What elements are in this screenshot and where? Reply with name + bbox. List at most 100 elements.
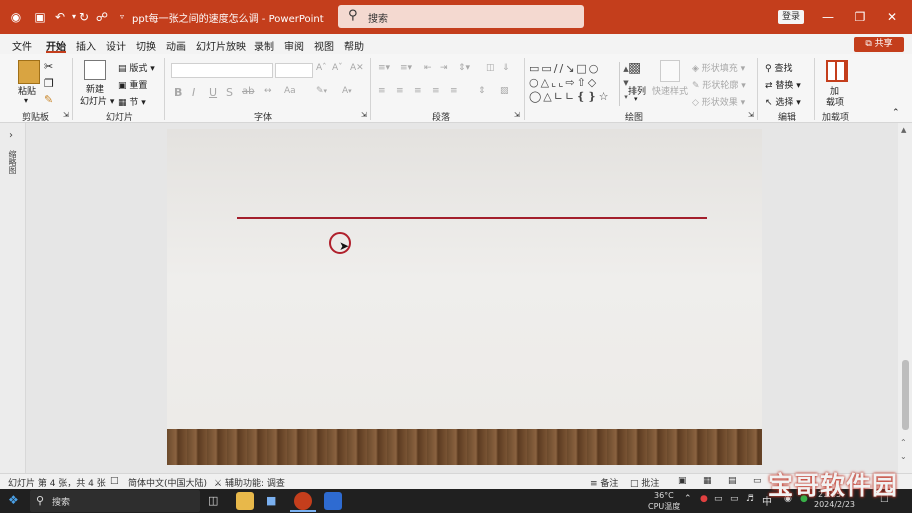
- clipboard-launcher-icon[interactable]: ⇲: [63, 111, 69, 119]
- paste-dropdown-icon[interactable]: ▾: [24, 96, 28, 105]
- paste-icon[interactable]: [18, 60, 40, 84]
- font-size-combo[interactable]: [275, 63, 313, 78]
- notes-button[interactable]: ≡ 备注: [590, 476, 618, 489]
- replace-button[interactable]: ⇄ 替换 ▾: [765, 78, 801, 91]
- normal-view-icon[interactable]: ▣: [678, 476, 687, 486]
- smartart-icon[interactable]: ▨: [500, 86, 509, 96]
- align-center-icon[interactable]: ≡: [396, 86, 404, 96]
- bold-button[interactable]: B: [174, 86, 182, 99]
- restore-icon[interactable]: ❐: [850, 8, 870, 26]
- tray-display-icon[interactable]: ▭: [730, 494, 739, 504]
- language-status[interactable]: 简体中文(中国大陆): [128, 476, 207, 489]
- camera-app-icon[interactable]: ■: [266, 494, 276, 507]
- tab-animations[interactable]: 动画: [166, 38, 186, 53]
- next-slide-icon[interactable]: ⌄: [900, 452, 907, 461]
- close-icon[interactable]: ✕: [882, 8, 902, 26]
- tab-help[interactable]: 帮助: [344, 38, 364, 53]
- layout-button[interactable]: ▤ 版式 ▾: [118, 61, 155, 74]
- distributed-icon[interactable]: ≡: [450, 86, 458, 96]
- slide-line-shape[interactable]: [237, 217, 707, 219]
- decrease-indent-icon[interactable]: ⇤: [424, 63, 432, 73]
- underline-button[interactable]: U: [209, 86, 217, 99]
- tray-chevron-icon[interactable]: ⌃: [684, 494, 692, 504]
- align-right-icon[interactable]: ≡: [414, 86, 422, 96]
- justify-icon[interactable]: ≡: [432, 86, 440, 96]
- powerpoint-taskbar-icon[interactable]: [294, 492, 312, 510]
- volume-icon[interactable]: ♬: [746, 494, 754, 504]
- tab-insert[interactable]: 插入: [76, 38, 96, 53]
- share-button[interactable]: ⧉ 共享: [854, 37, 904, 52]
- select-button[interactable]: ↖ 选择 ▾: [765, 95, 801, 108]
- drawing-launcher-icon[interactable]: ⇲: [748, 111, 754, 119]
- section-button[interactable]: ▦ 节 ▾: [118, 95, 146, 108]
- font-launcher-icon[interactable]: ⇲: [361, 111, 367, 119]
- italic-button[interactable]: I: [192, 86, 195, 99]
- arrange-icon[interactable]: ▩: [628, 60, 646, 82]
- numbering-icon[interactable]: ≡▾: [400, 63, 412, 73]
- tray-network-icon[interactable]: ▭: [714, 494, 723, 504]
- paragraph-launcher-icon[interactable]: ⇲: [514, 111, 520, 119]
- login-button[interactable]: 登录: [778, 10, 804, 24]
- quick-styles-button[interactable]: 快速样式: [652, 84, 688, 97]
- customize-toolbar-icon[interactable]: ▿: [114, 9, 130, 25]
- font-color-icon[interactable]: A▾: [342, 86, 352, 96]
- strikethrough-button[interactable]: ab: [242, 86, 254, 97]
- tab-record[interactable]: 录制: [254, 38, 274, 53]
- expand-pane-icon[interactable]: ›: [9, 130, 13, 141]
- increase-indent-icon[interactable]: ⇥: [440, 63, 448, 73]
- grow-font-icon[interactable]: Aˆ: [316, 63, 327, 73]
- slide-canvas[interactable]: ➤: [167, 129, 762, 465]
- tab-review[interactable]: 审阅: [284, 38, 304, 53]
- quick-styles-icon[interactable]: [660, 60, 680, 82]
- bullets-icon[interactable]: ≡▾: [378, 63, 390, 73]
- thumbnail-pane-label[interactable]: 缩略图: [7, 150, 18, 174]
- addins-icon[interactable]: [826, 60, 848, 82]
- windows-start-icon[interactable]: ❖: [8, 493, 19, 507]
- slide-sorter-icon[interactable]: ▦: [703, 476, 712, 486]
- task-view-icon[interactable]: ◫: [208, 494, 218, 507]
- find-button[interactable]: ⚲ 查找: [765, 61, 792, 74]
- present-icon[interactable]: ☍: [94, 9, 110, 25]
- shape-effects-button[interactable]: ◇ 形状效果 ▾: [692, 95, 745, 108]
- reset-button[interactable]: ▣ 重置: [118, 78, 147, 91]
- previous-slide-icon[interactable]: ⌃: [900, 438, 907, 447]
- shadow-button[interactable]: S: [226, 86, 233, 99]
- file-explorer-icon[interactable]: [236, 492, 254, 510]
- redo-icon[interactable]: ↻: [76, 9, 92, 25]
- tray-app-icon[interactable]: ●: [700, 494, 708, 504]
- collapse-ribbon-icon[interactable]: ⌃: [892, 108, 900, 118]
- shrink-font-icon[interactable]: Aˇ: [332, 63, 343, 73]
- reading-view-icon[interactable]: ▤: [728, 476, 737, 486]
- tab-design[interactable]: 设计: [106, 38, 126, 53]
- new-slide-label[interactable]: 幻灯片 ▾: [80, 94, 114, 107]
- spellcheck-icon[interactable]: □: [110, 476, 119, 486]
- change-case-icon[interactable]: Aa: [284, 86, 296, 96]
- slideshow-view-icon[interactable]: ▭: [753, 476, 762, 486]
- image-app-icon[interactable]: [324, 492, 342, 510]
- tab-view[interactable]: 视图: [314, 38, 334, 53]
- comments-button[interactable]: □ 批注: [630, 476, 659, 489]
- scroll-up-icon[interactable]: ▲: [901, 126, 906, 134]
- new-slide-icon[interactable]: [84, 60, 106, 80]
- tab-transitions[interactable]: 切换: [136, 38, 156, 53]
- clear-format-icon[interactable]: A✕: [350, 63, 364, 73]
- search-input[interactable]: ⚲ 搜索: [338, 5, 584, 28]
- addins-button-line2[interactable]: 载项: [826, 95, 844, 108]
- arrange-dropdown-icon[interactable]: ▾: [634, 95, 638, 103]
- cut-icon[interactable]: ✂: [44, 60, 53, 73]
- highlight-icon[interactable]: ✎▾: [316, 86, 327, 96]
- text-direction-icon[interactable]: ⇓: [502, 63, 510, 73]
- line-spacing-icon[interactable]: ⇕▾: [458, 63, 470, 73]
- taskbar-search[interactable]: ⚲ 搜索: [30, 490, 200, 512]
- shape-fill-button[interactable]: ◈ 形状填充 ▾: [692, 61, 745, 74]
- copy-icon[interactable]: ❐: [44, 77, 54, 90]
- format-painter-icon[interactable]: ✎: [44, 93, 53, 106]
- columns-icon[interactable]: ◫: [486, 63, 495, 73]
- save-icon[interactable]: ▣: [32, 9, 48, 25]
- scrollbar-thumb[interactable]: [902, 360, 909, 430]
- tab-file[interactable]: 文件: [12, 38, 32, 53]
- shape-outline-button[interactable]: ✎ 形状轮廓 ▾: [692, 78, 746, 91]
- align-left-icon[interactable]: ≡: [378, 86, 386, 96]
- font-name-combo[interactable]: [171, 63, 273, 78]
- tab-slideshow[interactable]: 幻灯片放映: [196, 38, 246, 53]
